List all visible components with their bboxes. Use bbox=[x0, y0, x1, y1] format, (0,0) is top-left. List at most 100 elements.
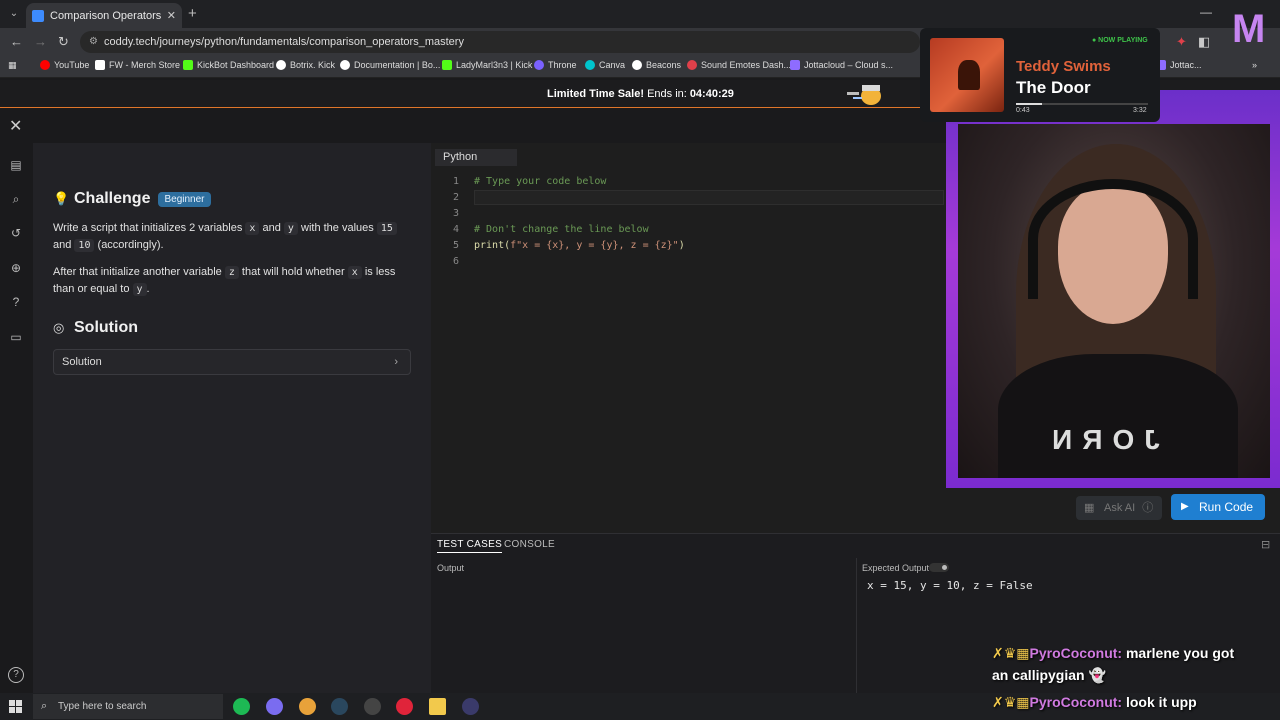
sale-countdown: 04:40:29 bbox=[689, 88, 734, 100]
duration-time: 3:32 bbox=[1133, 107, 1147, 114]
bookmark-kickbot[interactable]: KickBot Dashboard bbox=[183, 60, 274, 70]
close-lesson-icon[interactable]: ✕ bbox=[9, 116, 22, 136]
chat-message: ✗♛▦PyroCoconut: marlene you got bbox=[992, 645, 1234, 662]
kick-icon bbox=[442, 60, 452, 70]
line-number: 1 bbox=[452, 176, 459, 187]
webcam-overlay: JORN bbox=[946, 90, 1280, 488]
challenge-panel: 💡 Challenge Beginner Write a script that… bbox=[33, 143, 431, 693]
file-explorer-icon[interactable] bbox=[429, 698, 446, 715]
bookmark-canva[interactable]: Canva bbox=[585, 60, 625, 70]
chat-username: PyroCoconut: bbox=[1029, 694, 1123, 710]
song-progress-fill bbox=[1016, 103, 1043, 105]
ghost-emote-icon: 👻 bbox=[1088, 667, 1106, 683]
help-circle-icon[interactable]: ? bbox=[8, 294, 24, 310]
url-bar[interactable]: ⚙ coddy.tech/journeys/python/fundamental… bbox=[80, 31, 920, 53]
bookmark-youtube[interactable]: YouTube bbox=[40, 60, 89, 70]
bookmark-merch-store[interactable]: FW - Merch Store bbox=[95, 60, 180, 70]
zoom-icon[interactable]: ⊕ bbox=[8, 260, 24, 276]
tab-close-icon[interactable]: ✕ bbox=[167, 9, 176, 22]
opera-icon[interactable] bbox=[396, 698, 413, 715]
panel-toggle-icon[interactable]: ⊟ bbox=[1261, 538, 1270, 551]
solution-button[interactable]: Solution › bbox=[53, 349, 411, 375]
bookmark-botrix[interactable]: Botrix. Kick bbox=[276, 60, 335, 70]
bookmark-sound-emotes[interactable]: Sound Emotes Dash... bbox=[687, 60, 791, 70]
help-icon[interactable]: ? bbox=[8, 667, 24, 683]
difficulty-badge: Beginner bbox=[158, 191, 211, 207]
target-icon: ◎ bbox=[53, 320, 65, 335]
line-number: 2 bbox=[452, 192, 459, 203]
chrome-icon[interactable] bbox=[299, 698, 316, 715]
chat-message-continued: an callipygian 👻 bbox=[992, 667, 1106, 684]
reload-icon[interactable]: ↻ bbox=[58, 34, 69, 50]
site-info-icon[interactable]: ⚙ bbox=[89, 31, 98, 53]
ai-info-icon: ⓘ bbox=[1142, 502, 1154, 514]
coddy-favicon-icon bbox=[32, 9, 44, 22]
now-playing-widget: ● NOW PLAYING Teddy Swims The Door 0:43 … bbox=[920, 28, 1160, 122]
left-rail: ▤ ⌕ ↺ ⊕ ? ▭ bbox=[0, 143, 33, 693]
code-line-5[interactable]: print(f"x = {x}, y = {y}, z = {z}") bbox=[474, 240, 685, 251]
minimize-icon[interactable]: — bbox=[1200, 5, 1212, 19]
expected-output-toggle[interactable] bbox=[929, 563, 949, 572]
code-line-1[interactable]: # Type your code below bbox=[474, 176, 606, 187]
tab-title: Comparison Operators | Python bbox=[50, 9, 163, 22]
tab-console[interactable]: CONSOLE bbox=[504, 539, 555, 550]
line-number: 3 bbox=[452, 208, 459, 219]
panel-divider bbox=[856, 558, 857, 694]
forward-icon[interactable]: → bbox=[34, 34, 47, 49]
comment-icon[interactable]: ▭ bbox=[8, 329, 24, 345]
challenge-description-1: Write a script that initializes 2 variab… bbox=[53, 220, 413, 254]
challenge-header: 💡 Challenge Beginner bbox=[53, 190, 211, 208]
channel-m-logo-icon: M bbox=[1232, 7, 1266, 51]
challenge-description-2: After that initialize another variable z… bbox=[53, 266, 396, 296]
bookmark-ladymarl3n3[interactable]: LadyMarl3n3 | Kick bbox=[442, 60, 532, 70]
extensions-puzzle-icon[interactable]: ◧ bbox=[1198, 34, 1210, 50]
chat-badges-icon: ✗♛▦ bbox=[992, 645, 1030, 661]
history-icon[interactable]: ↺ bbox=[8, 225, 24, 241]
notes-search-icon[interactable]: ⌕ bbox=[8, 191, 24, 207]
taskbar-search[interactable]: ⌕ Type here to search bbox=[33, 694, 223, 719]
windows-start-icon[interactable] bbox=[9, 700, 22, 713]
code-line-4[interactable]: # Don't change the line below bbox=[474, 224, 649, 235]
chat-text: an callipygian bbox=[992, 667, 1085, 683]
chat-badges-icon: ✗♛▦ bbox=[992, 694, 1030, 710]
steam-icon[interactable] bbox=[331, 698, 348, 715]
bookmark-throne[interactable]: Throne bbox=[534, 60, 577, 70]
bookmark-jottacloud-2[interactable]: Jottac... bbox=[1156, 60, 1202, 70]
bookmark-beacons[interactable]: Beacons bbox=[632, 60, 681, 70]
new-tab-icon[interactable]: + bbox=[188, 5, 197, 22]
play-icon: ▶ bbox=[1181, 501, 1189, 512]
chat-message: ✗♛▦PyroCoconut: look it upp bbox=[992, 694, 1197, 711]
line-number: 4 bbox=[452, 224, 459, 235]
language-tab[interactable]: Python bbox=[435, 149, 517, 166]
challenge-title: Challenge bbox=[74, 190, 151, 207]
more-bookmarks-icon[interactable]: » bbox=[1252, 60, 1257, 70]
jottacloud-icon bbox=[790, 60, 800, 70]
solution-title: Solution bbox=[74, 319, 138, 336]
run-code-button[interactable]: ▶ Run Code bbox=[1171, 494, 1265, 520]
spotify-icon[interactable] bbox=[233, 698, 250, 715]
back-icon[interactable]: ← bbox=[10, 34, 23, 49]
obs-icon[interactable] bbox=[364, 698, 381, 715]
expected-output-label: Expected Output bbox=[862, 563, 930, 573]
challenge-doc-icon[interactable]: ▤ bbox=[8, 157, 24, 173]
line-number: 5 bbox=[452, 240, 459, 251]
canva-icon bbox=[585, 60, 595, 70]
terminal-icon[interactable] bbox=[462, 698, 479, 715]
album-art bbox=[930, 38, 1004, 112]
output-label: Output bbox=[437, 563, 465, 573]
apps-grid-icon[interactable]: ▦ bbox=[8, 60, 17, 71]
ask-ai-button[interactable]: ▦ Ask AI ⓘ bbox=[1076, 496, 1162, 520]
bookmark-jottacloud[interactable]: Jottacloud – Cloud s... bbox=[790, 60, 893, 70]
now-playing-status: ● NOW PLAYING bbox=[1092, 37, 1148, 44]
sale-text: Limited Time Sale! Ends in: 04:40:29 bbox=[547, 88, 734, 100]
extension-icon[interactable]: ✦ bbox=[1176, 34, 1187, 50]
documentation-icon bbox=[340, 60, 350, 70]
botrix-icon bbox=[276, 60, 286, 70]
solution-header: ◎ Solution bbox=[53, 319, 138, 337]
browser-tab[interactable]: Comparison Operators | Python ✕ bbox=[26, 3, 182, 28]
bookmark-documentation[interactable]: Documentation | Bo... bbox=[340, 60, 440, 70]
discord-icon[interactable] bbox=[266, 698, 283, 715]
sale-mascot-icon bbox=[847, 85, 881, 105]
tab-search-icon[interactable]: ⌄ bbox=[6, 6, 22, 22]
tab-test-cases[interactable]: TEST CASES bbox=[437, 539, 503, 553]
